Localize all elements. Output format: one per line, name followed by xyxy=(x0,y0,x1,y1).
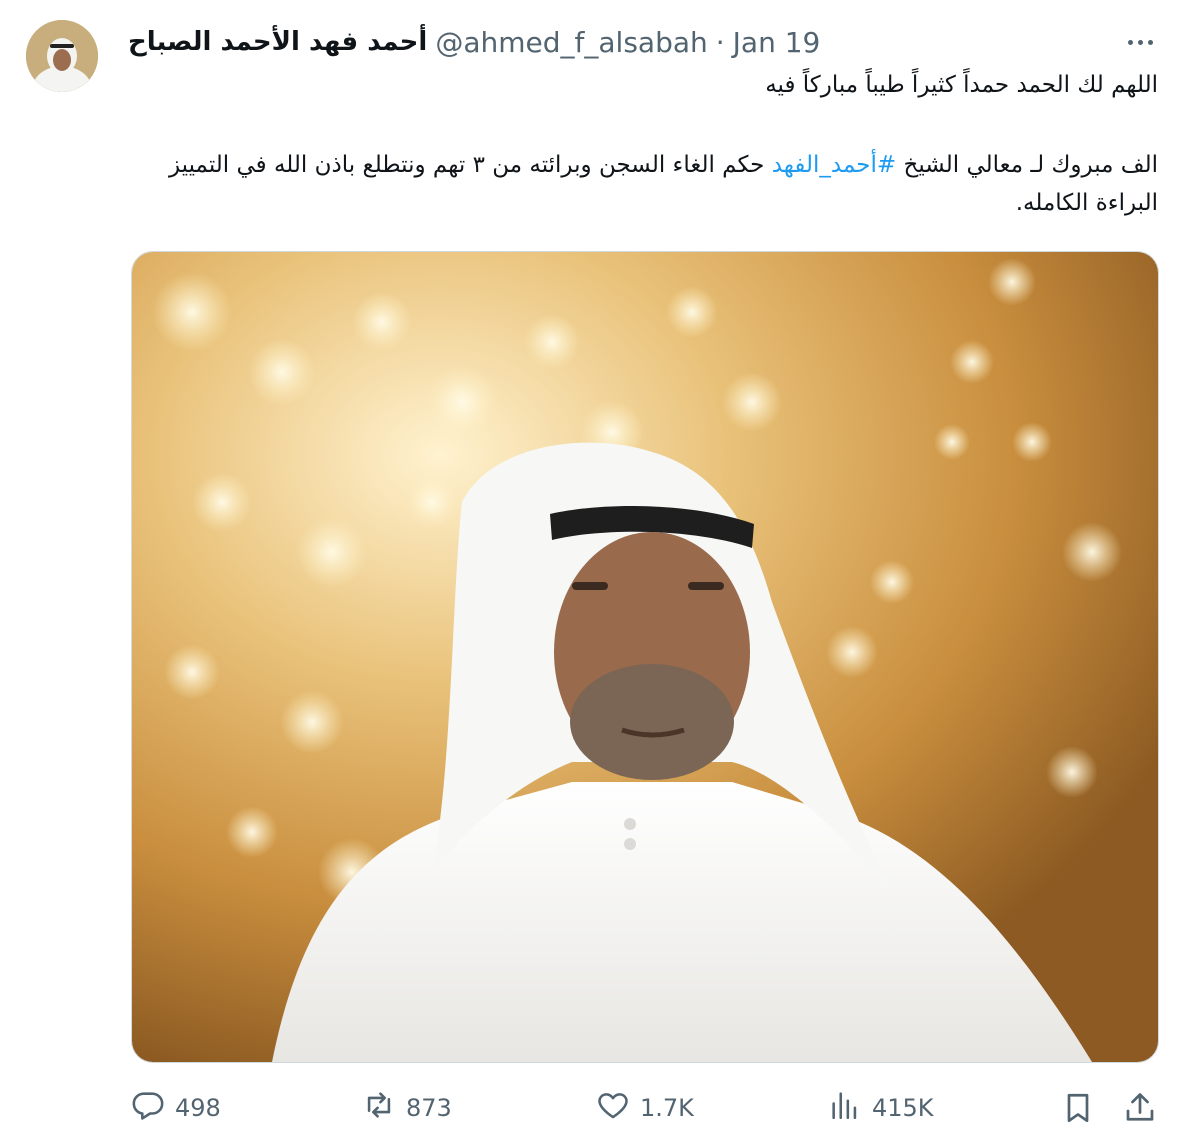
tweet-text-line1: اللهم لك الحمد حمداً كثيراً طيباً مباركا… xyxy=(765,72,1158,98)
reply-button[interactable]: 498 xyxy=(131,1090,221,1126)
like-icon xyxy=(596,1088,630,1128)
tweet-date[interactable]: Jan 19 xyxy=(733,26,821,59)
author-avatar[interactable] xyxy=(26,20,98,92)
author-handle[interactable]: @ahmed_f_alsabah xyxy=(435,26,707,59)
repost-icon xyxy=(362,1088,396,1128)
like-button[interactable]: 1.7K xyxy=(596,1090,694,1126)
like-count: 1.7K xyxy=(640,1094,694,1122)
tweet-text-body: الف مبروك لـ معالي الشيخ #أحمد_الفهد حكم… xyxy=(128,146,1158,222)
meta-separator: · xyxy=(715,25,725,59)
reply-count: 498 xyxy=(175,1094,221,1122)
bookmark-icon[interactable] xyxy=(1060,1090,1096,1126)
tweet-media-photo[interactable] xyxy=(131,251,1159,1063)
repost-button[interactable]: 873 xyxy=(362,1090,452,1126)
hashtag-link[interactable]: #أحمد_الفهد xyxy=(772,152,896,178)
tweet-actions-bar: 498 873 1.7K 415K xyxy=(0,1082,1184,1134)
views-count: 415K xyxy=(872,1094,934,1122)
views-button[interactable]: 415K xyxy=(828,1090,934,1126)
more-icon[interactable] xyxy=(1120,28,1160,56)
repost-count: 873 xyxy=(406,1094,452,1122)
share-icon[interactable] xyxy=(1122,1090,1158,1126)
author-display-name[interactable]: أحمد فهد الأحمد الصباح xyxy=(128,27,427,57)
views-icon xyxy=(828,1088,862,1128)
tweet-header: أحمد فهد الأحمد الصباح @ahmed_f_alsabah … xyxy=(128,22,820,62)
tweet-text-part1: الف مبروك لـ معالي الشيخ xyxy=(896,152,1158,178)
reply-icon xyxy=(131,1088,165,1128)
